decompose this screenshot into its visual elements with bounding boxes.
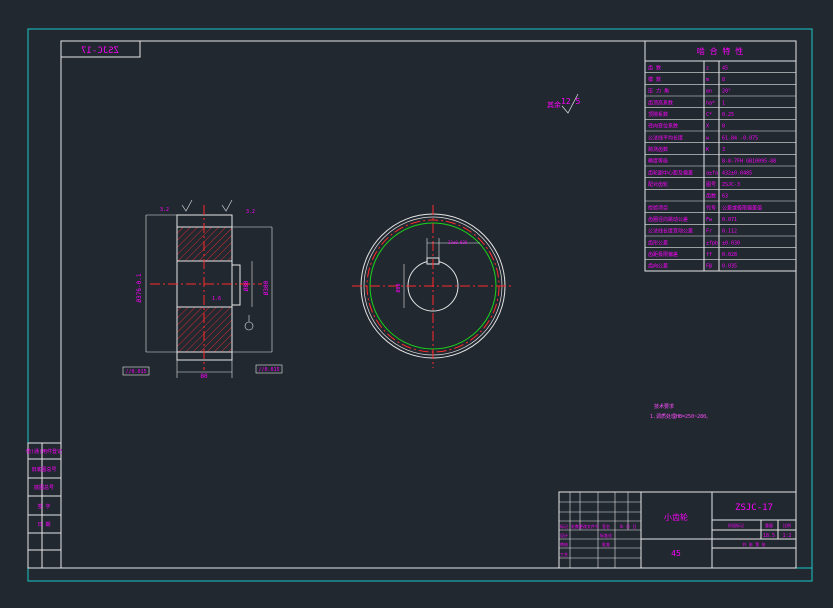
keyway-note: 22±0.026 bbox=[448, 240, 468, 245]
table-cell-symbol: 图号 bbox=[706, 182, 716, 188]
table-cell-label: 齿形公差 bbox=[648, 239, 668, 246]
rough-mark: 3.2 bbox=[246, 209, 255, 215]
table-cell-label: 径向变位系数 bbox=[648, 123, 678, 130]
roughness-prefix: 其余 bbox=[547, 100, 561, 109]
table-cell-label: 齿圈径向跳动公差 bbox=[648, 216, 688, 223]
table-cell-value: ±0.030 bbox=[722, 240, 740, 246]
table-cell-symbol: Fw bbox=[706, 217, 713, 223]
table-cell-label: 配对齿轮 bbox=[648, 181, 668, 188]
notes-title: 技术要求 bbox=[654, 403, 674, 410]
part-name: 小齿轮 bbox=[664, 512, 688, 522]
table-cell-value: 0.028 bbox=[722, 252, 737, 258]
gdt-left: //0.015 bbox=[125, 369, 146, 375]
table-cell-label: 齿轮副中心距及偏差 bbox=[648, 169, 693, 176]
left-strip-item: 签 字 bbox=[37, 503, 50, 510]
table-cell-symbol: K bbox=[706, 147, 709, 153]
rough-mark: 1.6 bbox=[212, 296, 221, 302]
role-label: 设计 bbox=[560, 532, 568, 538]
table-cell-label: 齿距极限偏差 bbox=[648, 251, 678, 258]
table-cell-label: 齿顶高系数 bbox=[648, 99, 673, 106]
header-label: 阶段标记 bbox=[728, 522, 744, 528]
header-label: 比例 bbox=[783, 522, 791, 528]
dim-bore: Ø80 bbox=[243, 280, 250, 291]
left-strip-item: 底图总号 bbox=[34, 484, 54, 491]
role-label: 批准 bbox=[602, 541, 610, 547]
gdt-right: //0.015 bbox=[258, 367, 279, 373]
table-cell-value: 45 bbox=[722, 65, 728, 71]
table-cell-label: 压 力 角 bbox=[648, 88, 669, 95]
table-cell-value: 61.84 -0.075 bbox=[722, 135, 758, 141]
table-cell-label: 检验项目 bbox=[648, 204, 668, 211]
sheet: 共 张 第 张 bbox=[742, 541, 765, 547]
table-cell-value: 8 bbox=[722, 77, 725, 83]
table-cell-value: 1 bbox=[722, 100, 725, 106]
sign-label: 标记 bbox=[560, 523, 568, 529]
table-cell-symbol: X bbox=[706, 124, 709, 130]
drawing-canvas: ZSJC-17 借(通)用件登记 旧底图总号 底图总号 签 字 日 期 Ø376… bbox=[0, 0, 833, 608]
scale: 1:2 bbox=[782, 533, 791, 539]
sign-label: 更改文件号 bbox=[579, 523, 599, 529]
table-cell-value: 63 bbox=[722, 194, 728, 200]
material: 45 bbox=[671, 549, 681, 558]
table-cell-value: 0.071 bbox=[722, 217, 737, 223]
table-cell-value: 3 bbox=[722, 147, 725, 153]
dim-width: 80 bbox=[200, 373, 208, 380]
table-cell-value: 20° bbox=[722, 89, 731, 95]
table-cell-symbol: Fr bbox=[706, 229, 712, 235]
table-cell-value: 0.25 bbox=[722, 112, 734, 118]
left-strip-item: 日 期 bbox=[37, 522, 50, 528]
table-cell-label: 顶隙系数 bbox=[648, 111, 668, 118]
side-bore-note: Ø80 bbox=[395, 283, 402, 292]
table-cell-symbol: a±fa bbox=[706, 170, 718, 176]
table-cell-value: ZSJC-3 bbox=[722, 182, 740, 188]
table-cell-label: 精度等级 bbox=[648, 158, 668, 165]
table-cell-symbol: ha* bbox=[706, 100, 715, 106]
table-cell-value: 0.112 bbox=[722, 229, 737, 235]
table-cell-label: 模 数 bbox=[648, 76, 661, 83]
table-cell-label: 跨测齿数 bbox=[648, 146, 668, 153]
table-cell-value: 0 bbox=[722, 124, 725, 130]
table-cell-symbol: Fβ bbox=[706, 264, 712, 270]
table-cell-symbol: αn bbox=[706, 89, 712, 95]
sign-label: 年 月 日 bbox=[620, 523, 637, 529]
table-cell-label: 公法线长度变动公差 bbox=[648, 228, 693, 235]
role-label: 审核 bbox=[560, 541, 568, 547]
drawing-number: ZSJC-17 bbox=[735, 503, 773, 513]
table-cell-symbol: C* bbox=[706, 112, 712, 118]
header-label: 重量 bbox=[765, 522, 773, 528]
table-cell-label: 齿向公差 bbox=[648, 263, 668, 270]
table-cell-symbol: ±fpb bbox=[706, 240, 718, 246]
table-cell-symbol: 齿数 bbox=[706, 193, 716, 200]
table-cell-symbol: z bbox=[706, 65, 709, 71]
notes-body: 1.调质处理HB=250~280。 bbox=[650, 413, 711, 420]
table-cell-value: 公差或极限偏差值 bbox=[722, 204, 762, 211]
roughness-value: 12.5 bbox=[561, 97, 580, 106]
left-strip-item: 旧底图总号 bbox=[31, 466, 56, 473]
table-cell-value: 432±0.0485 bbox=[722, 170, 752, 176]
left-strip-item: 借(通)用件登记 bbox=[26, 448, 62, 455]
sign-label: 签名 bbox=[602, 523, 610, 529]
rough-mark: 3.2 bbox=[160, 207, 169, 213]
table-title: 啮 合 特 性 bbox=[697, 46, 743, 56]
table-cell-label: 齿 数 bbox=[648, 64, 661, 71]
table-cell-value: 0.035 bbox=[722, 264, 737, 270]
sign-label: 处数 bbox=[571, 523, 579, 529]
table-cell-value: 8-8-7FH GB10095-88 bbox=[722, 159, 776, 165]
table-cell-symbol: 代号 bbox=[706, 204, 716, 211]
dim-outer: Ø376-0.1 bbox=[136, 273, 143, 302]
weight: 18.5 bbox=[763, 533, 775, 539]
table-cell-symbol: ff bbox=[706, 252, 712, 258]
role-label: 工艺 bbox=[560, 552, 568, 557]
mirrored-code: ZSJC-17 bbox=[81, 46, 119, 56]
role-label: 标准化 bbox=[600, 532, 612, 538]
dim-hub: Ø300 bbox=[263, 280, 270, 295]
table-cell-label: 公法线平均长度 bbox=[648, 134, 683, 141]
table-cell-symbol: m bbox=[706, 77, 709, 83]
